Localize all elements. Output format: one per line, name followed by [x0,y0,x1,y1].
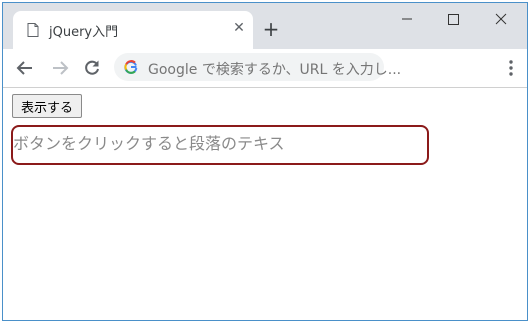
address-bar[interactable]: Google で検索するか、URL を入力し... [114,53,401,81]
browser-toolbar: Google で検索するか、URL を入力し... [3,49,527,88]
back-arrow-icon[interactable] [15,58,35,78]
minimize-icon[interactable] [393,9,421,29]
tab-close-icon[interactable]: ✕ [231,20,247,36]
new-tab-button[interactable]: + [261,19,281,39]
page-icon [27,23,39,37]
paragraph-text: ボタンをクリックすると段落のテキス [13,134,285,153]
tab-active[interactable]: jQuery入門 ✕ [13,11,253,49]
tab-title: jQuery入門 [49,25,119,40]
title-bar: jQuery入門 ✕ + [3,3,527,49]
maximize-icon[interactable] [439,9,467,29]
address-placeholder: Google で検索するか、URL を入力し... [148,62,402,78]
reload-icon[interactable] [82,58,102,78]
forward-arrow-icon[interactable] [50,58,70,78]
menu-dots-icon[interactable] [503,58,519,78]
window-close-icon[interactable] [487,9,515,29]
browser-window: jQuery入門 ✕ + Google で検索するか、URL を入力し... 表… [2,2,528,321]
google-icon [124,60,138,74]
show-button[interactable]: 表示する [12,94,82,118]
page-content: 表示する ボタンをクリックすると段落のテキス [3,88,527,320]
paragraph-box: ボタンをクリックすると段落のテキス [11,125,429,165]
